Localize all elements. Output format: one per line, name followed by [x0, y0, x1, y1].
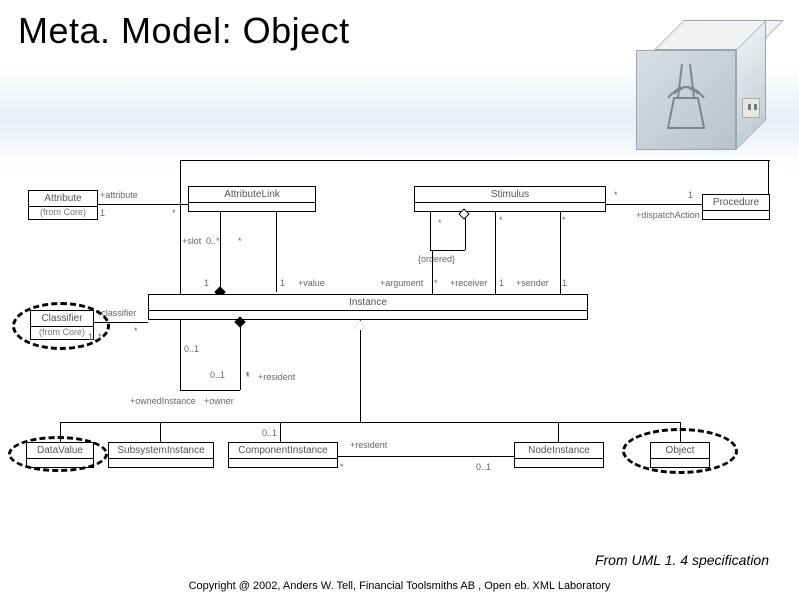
box-instance: Instance: [148, 294, 588, 320]
cube-graphic: [636, 20, 771, 160]
box-stimulus: Stimulus: [414, 186, 606, 212]
label: +attribute: [100, 190, 138, 200]
label: +value: [298, 278, 325, 288]
label: 1: [499, 278, 504, 288]
header: Meta. Model: Object: [0, 0, 799, 170]
label: 0..1: [210, 370, 225, 380]
label: +slot: [182, 236, 201, 246]
label: +owner: [204, 396, 234, 406]
label: 0..*: [206, 236, 220, 246]
label: +sender: [516, 278, 549, 288]
label: *: [246, 372, 250, 382]
label: *: [438, 218, 442, 228]
label: SubsystemInstance: [109, 443, 213, 459]
label: AttributeLink: [189, 187, 315, 203]
label: Attribute: [29, 191, 97, 207]
label: +receiver: [450, 278, 487, 288]
highlight-object: [622, 428, 738, 474]
label: *: [434, 278, 438, 288]
box-attributelink: AttributeLink: [188, 186, 316, 212]
uml-diagram: Attribute (from Core) AttributeLink +att…: [0, 160, 799, 540]
label: *: [172, 208, 176, 218]
label: +resident: [258, 372, 295, 382]
label: 1: [204, 278, 209, 288]
label: *: [238, 236, 242, 246]
box-procedure: Procedure: [702, 194, 770, 220]
antenna-icon: [658, 58, 714, 130]
label: *: [340, 462, 344, 472]
page-title: Meta. Model: Object: [18, 10, 350, 52]
label: (from Core): [29, 207, 97, 219]
label: +ownedInstance: [130, 396, 196, 406]
label: *: [614, 190, 618, 200]
label: Stimulus: [415, 187, 605, 203]
label: *: [562, 215, 566, 225]
label: +dispatchAction: [636, 210, 700, 220]
highlight-classifier: [12, 302, 110, 350]
label: {ordered}: [418, 254, 455, 264]
label: *: [134, 326, 138, 336]
box-componentinstance: ComponentInstance: [228, 442, 338, 468]
plug-icon: [742, 98, 760, 118]
label: +argument: [380, 278, 423, 288]
source-note: From UML 1. 4 specification: [595, 552, 769, 568]
box-nodeinstance: NodeInstance: [514, 442, 604, 468]
box-subsysteminstance: SubsystemInstance: [108, 442, 214, 468]
label: +resident: [350, 440, 387, 450]
label: 1: [562, 278, 567, 288]
label: 1: [280, 278, 285, 288]
box-attribute: Attribute (from Core): [28, 190, 98, 220]
label: NodeInstance: [515, 443, 603, 459]
label: 1: [688, 190, 693, 200]
copyright: Copyright @ 2002, Anders W. Tell, Financ…: [0, 580, 799, 592]
highlight-datavalue: [8, 436, 108, 472]
label: ComponentInstance: [229, 443, 337, 459]
label: 1: [100, 208, 105, 218]
label: 0..1: [262, 428, 277, 438]
label: 0..1: [476, 462, 491, 472]
label: 0..1: [184, 344, 199, 354]
label: Procedure: [703, 195, 769, 211]
label: Instance: [149, 295, 587, 311]
label: *: [499, 215, 503, 225]
